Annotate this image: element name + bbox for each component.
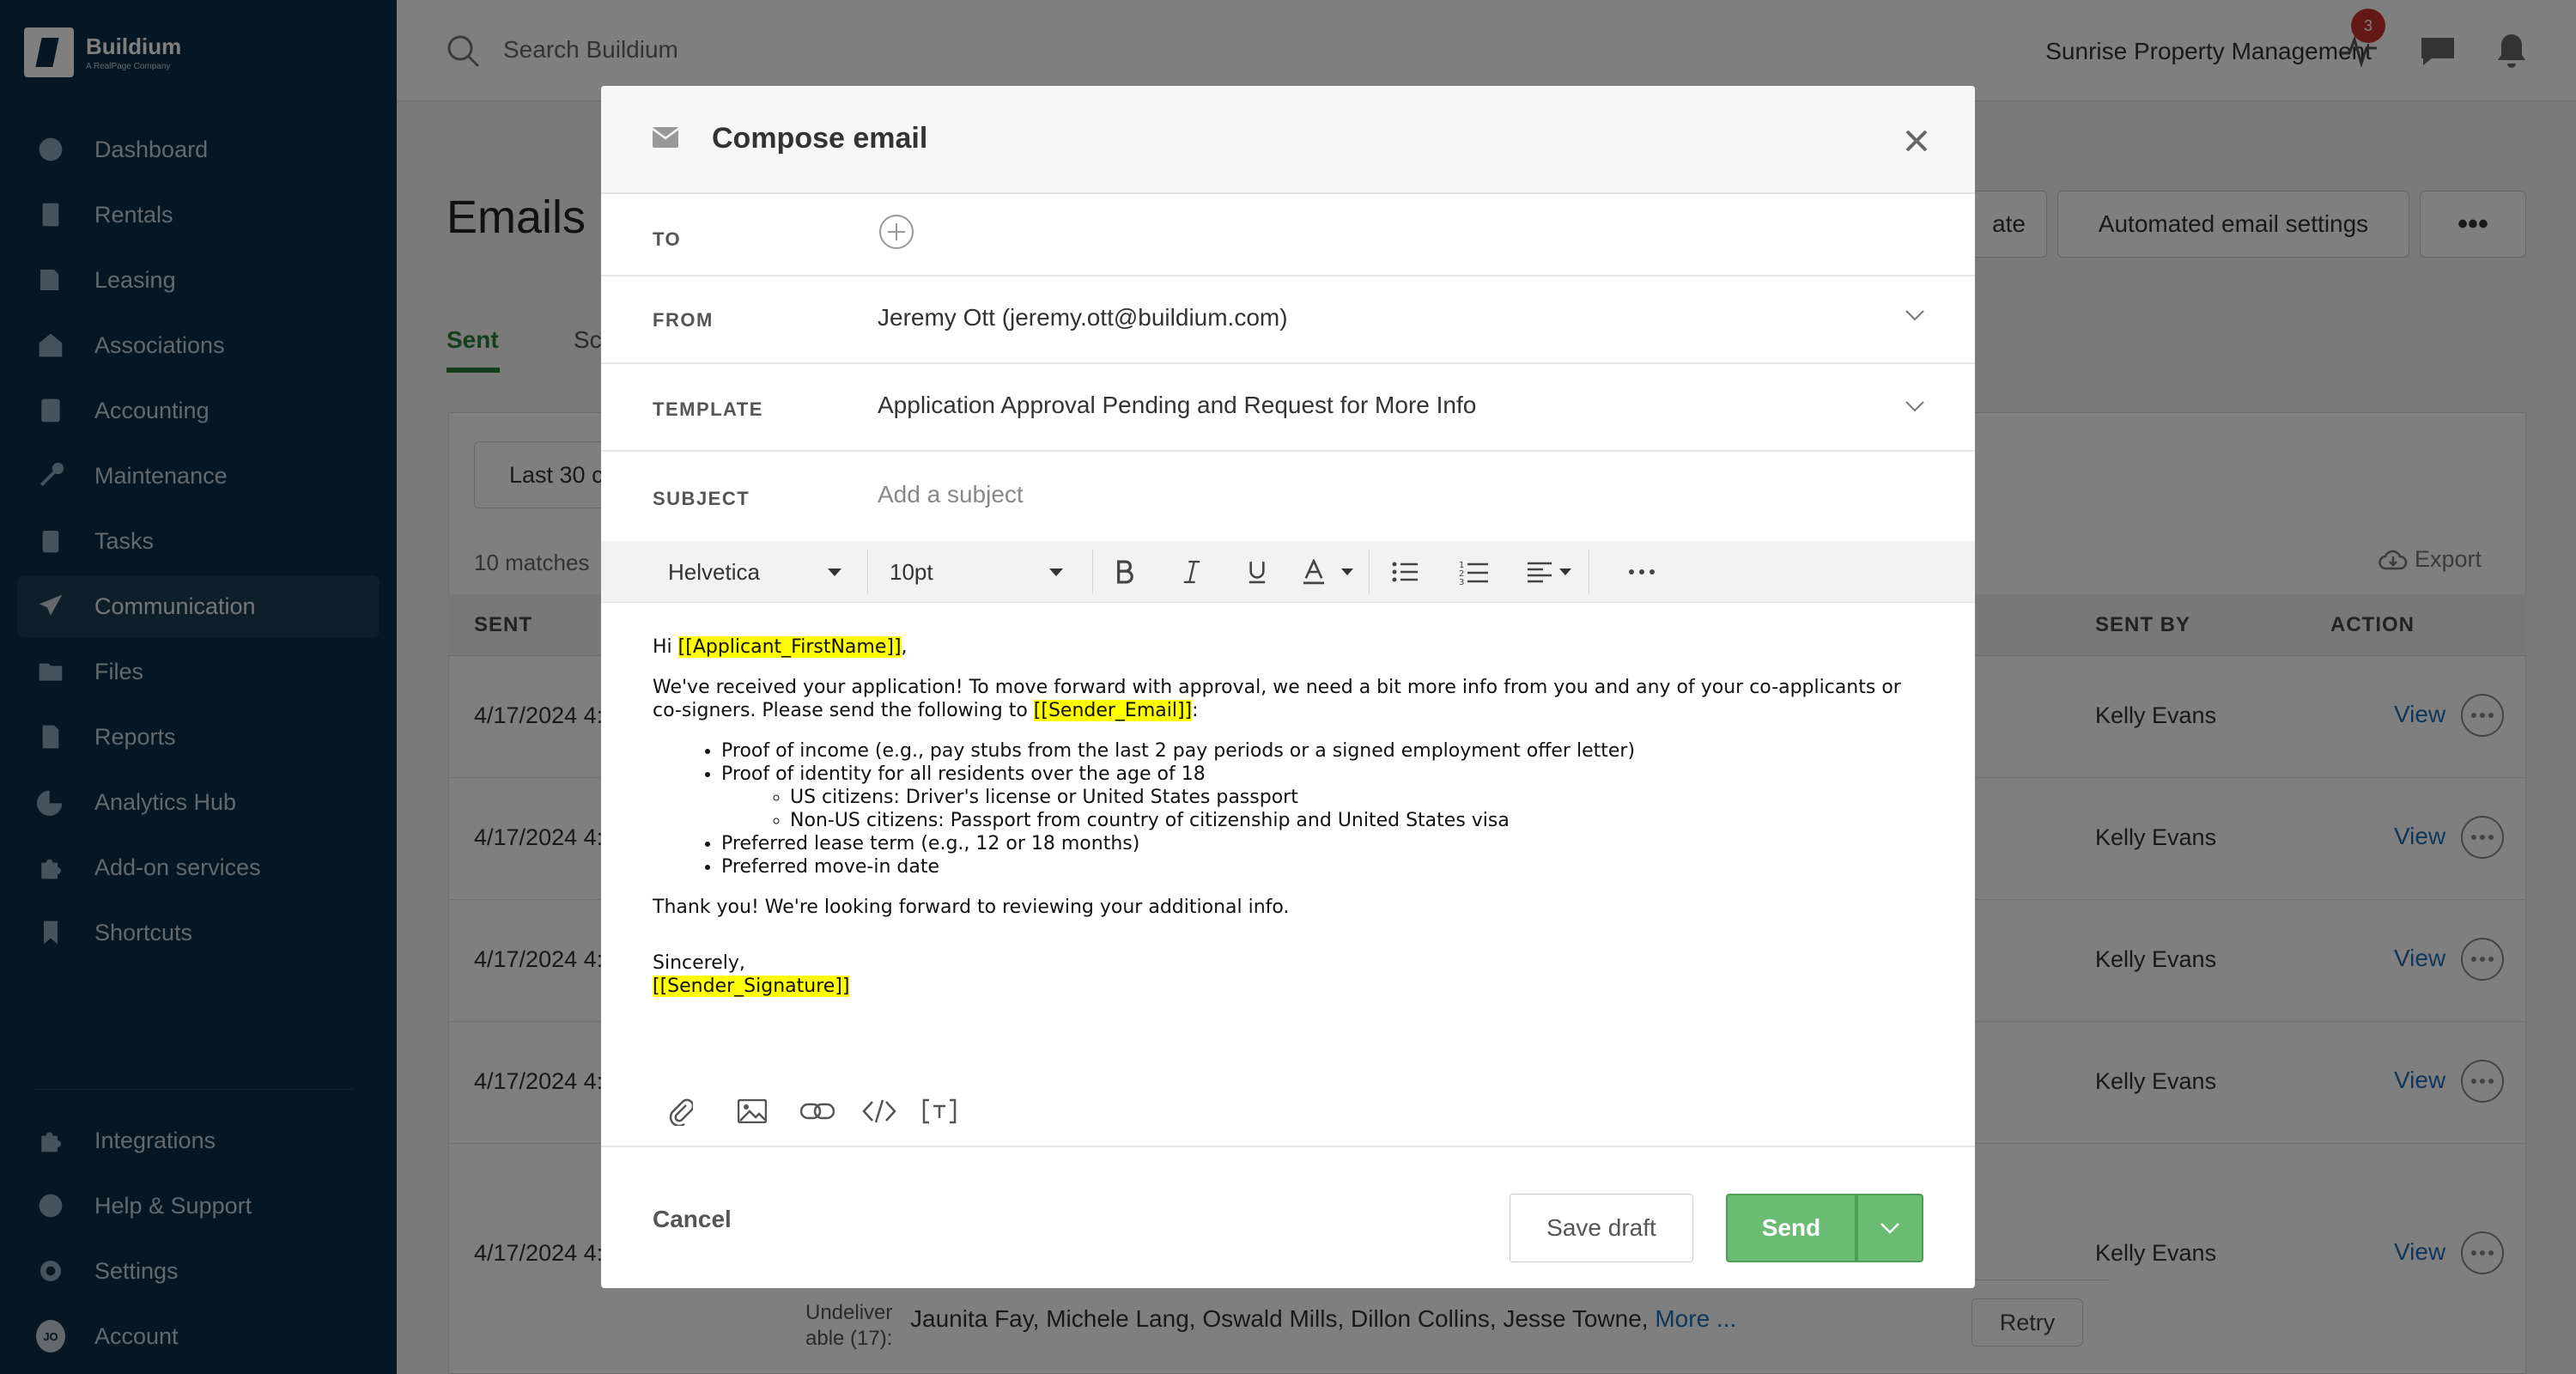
email-body-editor[interactable]: Hi [[Applicant_FirstName]], We've receiv… bbox=[653, 635, 1932, 1015]
svg-text:3: 3 bbox=[1459, 578, 1464, 585]
send-button[interactable]: Send bbox=[1726, 1194, 1856, 1262]
caret-down-icon bbox=[828, 568, 841, 576]
compose-email-modal: Compose email TO FROM Jeremy Ott (jeremy… bbox=[601, 86, 1975, 1288]
intro-paragraph: We've received your application! To move… bbox=[653, 676, 1932, 722]
subject-label: SUBJECT bbox=[653, 488, 750, 509]
close-icon[interactable] bbox=[1899, 124, 1934, 158]
from-label: FROM bbox=[653, 309, 714, 331]
to-label: TO bbox=[653, 228, 682, 250]
paperclip-icon[interactable] bbox=[661, 1092, 699, 1130]
modal-footer: Cancel Save draft Send bbox=[601, 1146, 1975, 1288]
template-field-row[interactable]: TEMPLATE Application Approval Pending an… bbox=[601, 364, 1975, 452]
numbered-list-icon[interactable]: 123 bbox=[1456, 555, 1491, 589]
list-item: Proof of income (e.g., pay stubs from th… bbox=[721, 739, 1932, 763]
save-draft-button[interactable]: Save draft bbox=[1510, 1194, 1693, 1262]
greeting-punct: , bbox=[901, 636, 908, 658]
font-size-select[interactable]: 10pt bbox=[890, 541, 1078, 603]
envelope-icon bbox=[652, 127, 679, 152]
font-family-value: Helvetica bbox=[668, 558, 760, 585]
closing-line: Sincerely, bbox=[653, 952, 745, 974]
image-icon[interactable] bbox=[733, 1092, 771, 1130]
send-options-button[interactable] bbox=[1856, 1194, 1923, 1262]
list-item: Proof of identity for all residents over… bbox=[721, 763, 1932, 832]
intro-punct: : bbox=[1192, 700, 1199, 721]
cancel-button[interactable]: Cancel bbox=[653, 1206, 732, 1233]
underline-icon[interactable] bbox=[1240, 555, 1274, 589]
list-item-text: Proof of identity for all residents over… bbox=[721, 763, 1206, 785]
chevron-down-icon[interactable] bbox=[1905, 400, 1925, 416]
more-tools-icon[interactable] bbox=[1625, 555, 1659, 589]
link-icon[interactable] bbox=[799, 1092, 836, 1130]
merge-field-sender-signature: [[Sender_Signature]] bbox=[653, 976, 850, 997]
greeting-line: Hi [[Applicant_FirstName]], bbox=[653, 635, 1932, 659]
thanks-paragraph: Thank you! We're looking forward to revi… bbox=[653, 897, 1290, 918]
template-select[interactable]: Application Approval Pending and Request… bbox=[878, 392, 1476, 419]
toolbar-divider bbox=[1092, 550, 1093, 594]
italic-icon[interactable] bbox=[1175, 555, 1209, 589]
toolbar-divider bbox=[1369, 550, 1370, 594]
to-field-row: TO bbox=[601, 194, 1975, 277]
bold-icon[interactable] bbox=[1108, 555, 1142, 589]
bulleted-list-icon[interactable] bbox=[1388, 555, 1422, 589]
from-select[interactable]: Jeremy Ott (jeremy.ott@buildium.com) bbox=[878, 304, 1288, 331]
caret-down-icon[interactable] bbox=[1341, 568, 1353, 575]
list-item: Preferred move-in date bbox=[721, 855, 1932, 879]
requirements-list: Proof of income (e.g., pay stubs from th… bbox=[721, 739, 1932, 879]
from-field-row[interactable]: FROM Jeremy Ott (jeremy.ott@buildium.com… bbox=[601, 277, 1975, 364]
text-color-icon[interactable] bbox=[1297, 555, 1331, 589]
list-item: Preferred lease term (e.g., 12 or 18 mon… bbox=[721, 832, 1932, 855]
add-recipient-icon[interactable] bbox=[878, 213, 915, 251]
editor-toolbar: Helvetica 10pt 123 bbox=[601, 541, 1975, 603]
merge-field-applicant-firstname: [[Applicant_FirstName]] bbox=[677, 636, 902, 658]
font-size-value: 10pt bbox=[890, 558, 933, 585]
subject-input[interactable]: Add a subject bbox=[878, 481, 1024, 508]
subject-field-row: SUBJECT Add a subject bbox=[601, 452, 1975, 541]
font-family-select[interactable]: Helvetica bbox=[668, 541, 857, 603]
merge-field-icon[interactable] bbox=[920, 1092, 958, 1130]
greeting-text: Hi bbox=[653, 636, 678, 658]
intro-text: We've received your application! To move… bbox=[653, 677, 1901, 721]
align-left-icon[interactable] bbox=[1523, 555, 1558, 589]
modal-title: Compose email bbox=[712, 122, 928, 155]
merge-field-sender-email: [[Sender_Email]] bbox=[1033, 700, 1193, 721]
list-item: Non-US citizens: Passport from country o… bbox=[790, 809, 1932, 832]
caret-down-icon[interactable] bbox=[1559, 568, 1571, 575]
identity-sublist: US citizens: Driver's license or United … bbox=[790, 786, 1932, 832]
caret-down-icon bbox=[1049, 568, 1063, 576]
signature-line: [[Sender_Signature]] bbox=[653, 975, 1932, 998]
chevron-down-icon[interactable] bbox=[1905, 309, 1925, 325]
template-label: TEMPLATE bbox=[653, 398, 763, 420]
modal-header: Compose email bbox=[601, 86, 1975, 194]
list-item: US citizens: Driver's license or United … bbox=[790, 786, 1932, 809]
chevron-down-icon bbox=[1880, 1223, 1899, 1234]
code-icon[interactable] bbox=[860, 1092, 898, 1130]
toolbar-divider bbox=[867, 550, 868, 594]
